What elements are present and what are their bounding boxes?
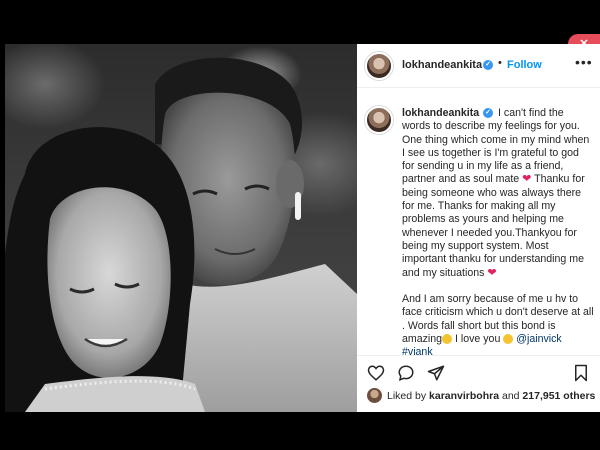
post-photo[interactable]	[5, 44, 357, 412]
heart-outline-icon[interactable]	[367, 364, 385, 382]
caption-author-avatar[interactable]	[365, 106, 393, 134]
caption-area: lokhandeankita ✓ I can't find the words …	[357, 88, 600, 396]
screenshot-stage: ✕ lokhandeankita ✓ • Follow ••• lokhande…	[0, 0, 600, 450]
red-heart-emoji-icon: ❤	[487, 266, 497, 279]
smiling-face-emoji-icon	[442, 334, 453, 345]
follow-button[interactable]: Follow	[507, 59, 542, 71]
couple-photo-illustration	[5, 57, 357, 412]
post-header: lokhandeankita ✓ • Follow •••	[357, 44, 600, 88]
caption-username[interactable]: lokhandeankita	[402, 107, 479, 119]
author-username[interactable]: lokhandeankita	[402, 59, 482, 71]
comment-bubble-icon[interactable]	[397, 364, 415, 382]
red-heart-emoji-icon: ❤	[522, 173, 532, 186]
caption-part-2: Thanku for being someone who was always …	[402, 173, 585, 279]
liker-avatar[interactable]	[367, 388, 382, 403]
dot-separator: •	[498, 57, 502, 69]
more-options-icon[interactable]: •••	[575, 54, 593, 70]
likes-text: Liked by karanvirbohra and 217,951 other…	[387, 390, 595, 402]
likes-conjunction: and	[499, 390, 523, 402]
bookmark-icon[interactable]	[573, 364, 589, 382]
likes-count[interactable]: 217,951 others	[522, 390, 595, 402]
caption-part-4: I love you	[452, 333, 504, 346]
author-avatar[interactable]	[365, 52, 393, 80]
mention-link[interactable]: @jainvick	[516, 333, 562, 345]
paper-plane-icon[interactable]	[427, 364, 445, 382]
verified-badge-icon: ✓	[483, 108, 494, 119]
liker-username[interactable]: karanvirbohra	[429, 390, 499, 402]
post-panel: lokhandeankita ✓ • Follow ••• lokhandean…	[357, 44, 600, 412]
verified-badge-icon: ✓	[483, 60, 493, 70]
caption-text: lokhandeankita ✓ I can't find the words …	[402, 107, 594, 360]
likes-row: Liked by karanvirbohra and 217,951 other…	[357, 385, 600, 409]
cat-face-emoji-icon	[503, 334, 514, 345]
likes-prefix: Liked by	[387, 390, 430, 402]
action-bar	[357, 355, 600, 385]
